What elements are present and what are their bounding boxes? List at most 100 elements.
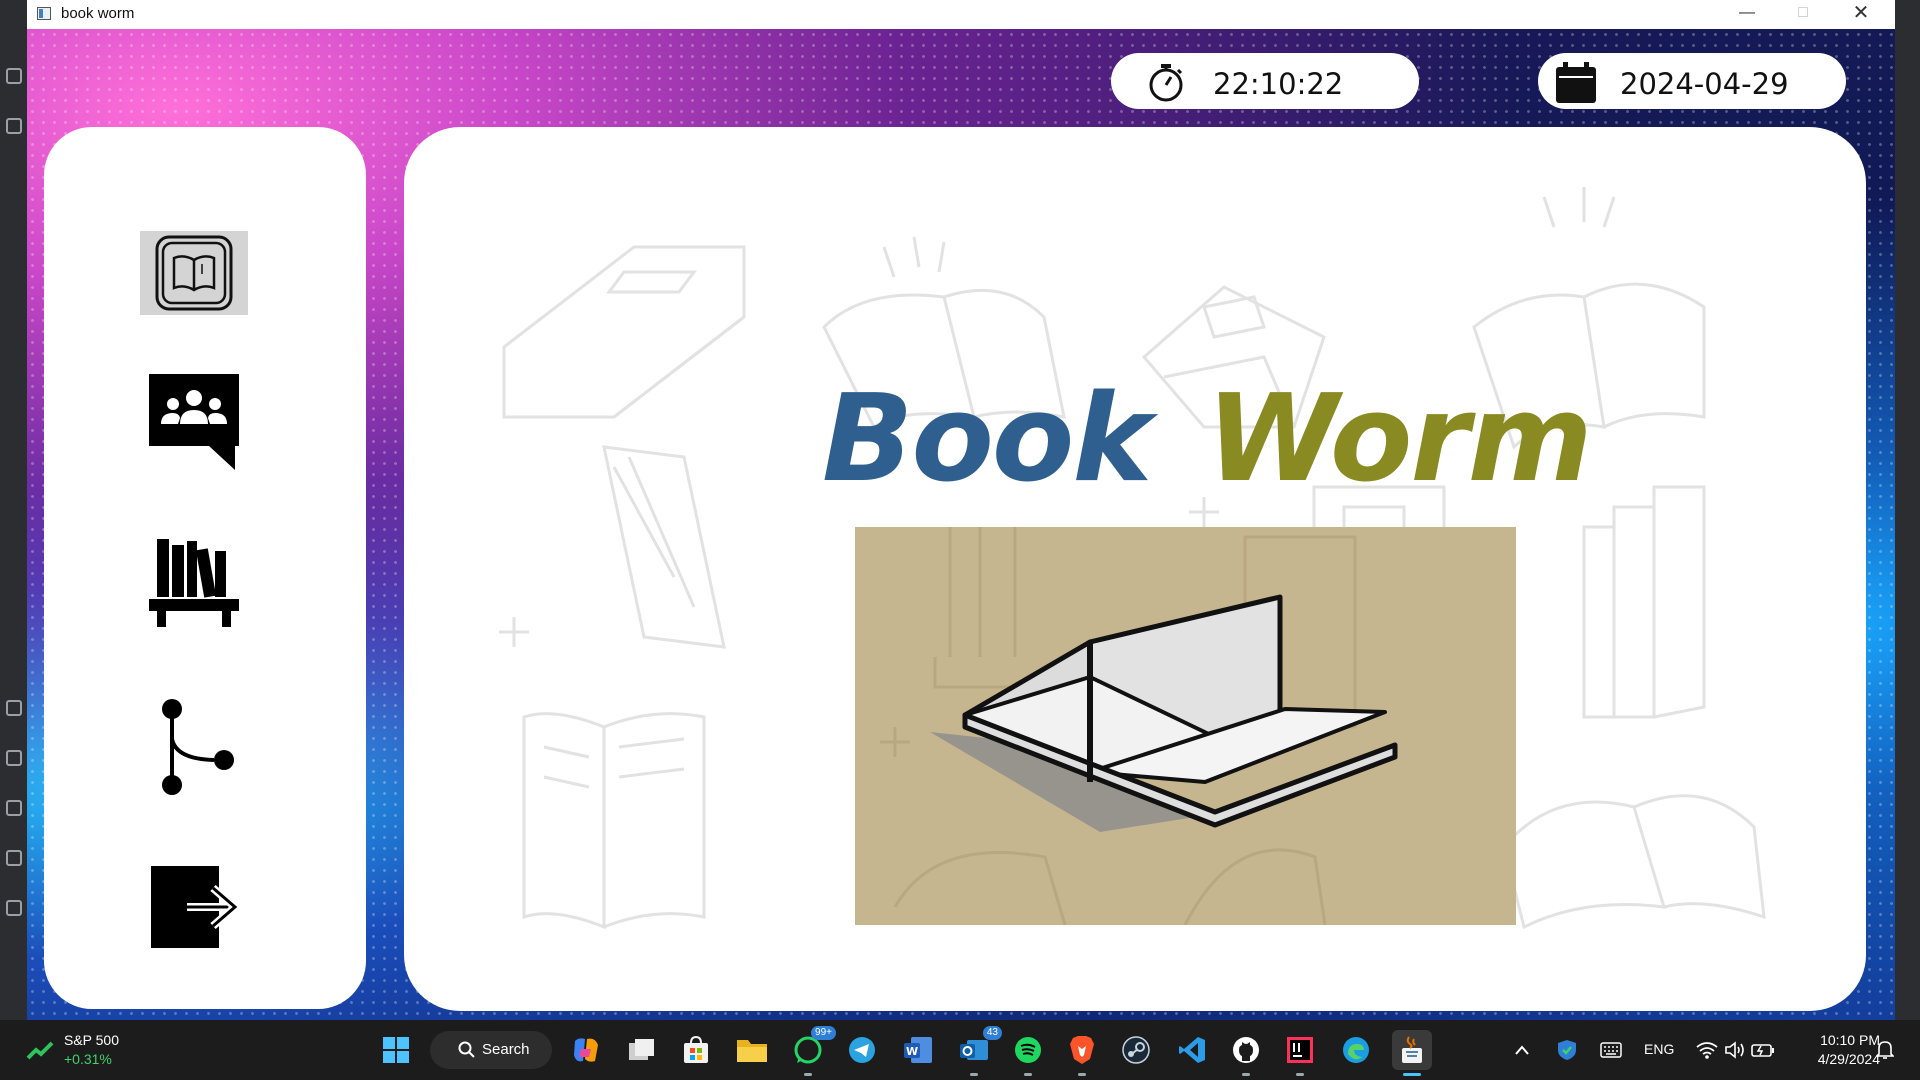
tray-overflow-button[interactable] [1510,1030,1534,1070]
taskbar-steam[interactable] [1116,1030,1156,1070]
github-icon [1233,1037,1259,1063]
taskbar-store[interactable] [676,1030,716,1070]
spotify-icon [1015,1037,1041,1063]
ide-right-toolbar [1895,0,1920,1020]
running-indicator [1024,1073,1032,1076]
nav-books-button[interactable] [140,231,248,315]
calendar-icon [1556,62,1596,103]
tray-clock[interactable]: 10:10 PM 4/29/2024 [1790,1032,1880,1067]
outlook-icon [960,1040,988,1060]
edge-icon [1343,1037,1369,1063]
ide-left-toolbar [0,0,27,1020]
taskbar-file-explorer[interactable] [732,1030,772,1070]
app-headline: Book Worm [822,370,1593,509]
tray-language[interactable]: ENG [1644,1041,1674,1057]
sidebar [44,127,366,1009]
chevron-up-icon [1515,1045,1529,1055]
hero-image [855,527,1516,925]
tray-wifi[interactable] [1694,1030,1720,1070]
brave-icon [1070,1036,1094,1064]
windows-logo-icon [383,1037,409,1063]
copilot-icon [574,1038,598,1062]
tray-battery[interactable] [1750,1030,1776,1070]
tray-notifications[interactable] [1872,1030,1898,1070]
running-indicator [1078,1073,1086,1076]
taskbar-whatsapp[interactable]: 99+ [788,1026,836,1076]
open-book-icon [155,235,233,311]
speaker-icon [1725,1041,1744,1059]
taskbar-intellij[interactable] [1280,1030,1320,1076]
tray-defender[interactable] [1554,1030,1580,1070]
stopwatch-icon [1149,64,1183,102]
structure-icon[interactable] [6,118,22,134]
taskbar-github[interactable] [1226,1030,1266,1076]
headline-word-worm: Worm [1206,370,1592,509]
bell-icon [1876,1041,1894,1059]
minimize-button[interactable]: — [1719,0,1775,29]
run-icon[interactable] [6,700,22,716]
window-title: book worm [61,5,135,22]
battery-icon [1751,1044,1774,1057]
stock-trend-icon [26,1041,54,1060]
logout-icon [151,866,239,948]
search-icon [458,1041,475,1058]
intellij-icon [1287,1037,1313,1063]
steam-icon [1122,1036,1150,1064]
stock-widget[interactable]: S&P 500 +0.31% [26,1032,126,1070]
taskbar-edge[interactable] [1336,1030,1376,1070]
running-indicator-active [1403,1073,1421,1076]
main-panel: Book Worm [404,127,1866,1011]
taskbar-vscode[interactable] [1172,1030,1212,1070]
taskbar-telegram[interactable] [842,1030,882,1070]
search-box[interactable]: Search [430,1031,552,1069]
tray-date: 4/29/2024 [1817,1051,1880,1067]
running-indicator [1296,1073,1304,1076]
telegram-icon [849,1037,875,1063]
window-titlebar: book worm — □ ✕ [27,0,1895,30]
debug-icon[interactable] [6,750,22,766]
clock-pill: 22:10:22 [1111,53,1419,109]
maximize-button[interactable]: □ [1775,0,1831,29]
open-book-illustration [880,527,1398,925]
running-indicator [1242,1073,1250,1076]
svg-text:W: W [906,1045,918,1058]
file-icon[interactable] [6,68,22,84]
git-icon[interactable] [6,900,22,916]
tray-keyboard[interactable] [1596,1030,1626,1070]
taskbar-word[interactable]: W [898,1030,938,1070]
clock-time: 22:10:22 [1213,67,1344,101]
taskbar-java-app[interactable] [1392,1030,1432,1076]
keyboard-icon [1600,1042,1622,1058]
nav-branches-button[interactable] [140,699,248,795]
terminal-icon[interactable] [6,800,22,816]
problems-icon[interactable] [6,850,22,866]
start-button[interactable] [376,1030,416,1070]
taskbar-copilot[interactable] [566,1030,606,1070]
taskbar-spotify[interactable] [1008,1030,1048,1076]
nav-logout-button[interactable] [140,865,248,949]
search-label: Search [482,1041,530,1058]
nav-library-button[interactable] [140,539,248,627]
taskbar-task-view[interactable] [622,1030,662,1070]
java-icon [1402,1036,1422,1063]
stock-name: S&P 500 [64,1032,120,1048]
app-icon [37,7,51,20]
tray-volume[interactable] [1722,1030,1748,1070]
taskbar-outlook[interactable]: 43 [954,1026,1002,1076]
store-icon [684,1036,708,1063]
close-button[interactable]: ✕ [1833,0,1889,29]
branch-icon [162,699,234,795]
shield-icon [1558,1040,1576,1060]
calendar-date: 2024-04-29 [1620,67,1789,101]
stock-change: +0.31% [64,1051,112,1067]
task-view-icon [629,1039,654,1060]
bookshelf-icon [149,539,239,627]
whatsapp-badge: 99+ [811,1026,836,1040]
headline-word-book: Book [822,370,1152,509]
vscode-icon [1179,1037,1205,1063]
running-indicator [804,1073,812,1076]
taskbar-brave[interactable] [1062,1030,1102,1076]
nav-community-button[interactable] [140,374,248,470]
windows-taskbar: S&P 500 +0.31% Search 99+ W 43 ENG 10:10… [0,1020,1920,1080]
word-icon: W [904,1037,932,1063]
